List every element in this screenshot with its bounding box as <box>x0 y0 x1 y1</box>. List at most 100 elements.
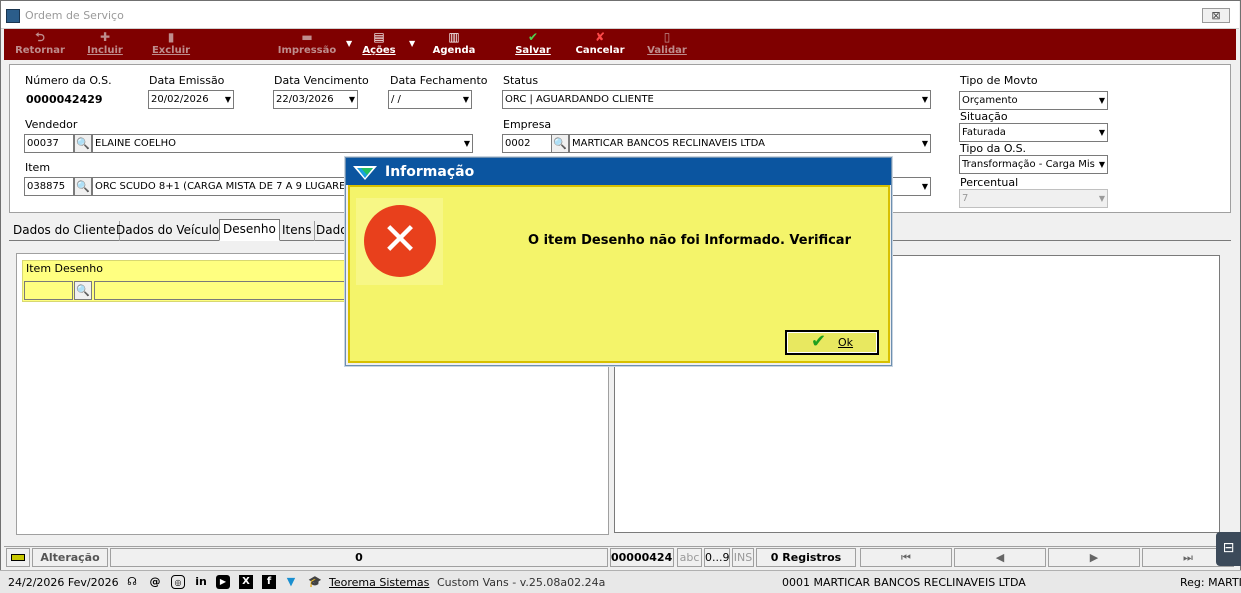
abc-indicator: abc <box>677 548 702 567</box>
range-indicator: 0...9 <box>704 548 730 567</box>
title-bar <box>1 1 1239 29</box>
teorema-logo-icon: ▼ <box>286 575 296 588</box>
impressao-button[interactable]: ▬ Impressão <box>274 30 340 59</box>
linkedin-icon[interactable]: in <box>194 575 208 589</box>
reg-label: Reg: MARTI <box>1180 576 1241 589</box>
chevron-down-icon[interactable]: ▼ <box>349 91 355 108</box>
document-icon: ▯ <box>663 30 671 44</box>
facebook-icon[interactable]: f <box>262 575 276 589</box>
validar-button[interactable]: ▯ Validar <box>644 30 690 59</box>
item-desenho-name-field[interactable] <box>94 281 348 300</box>
side-panel-toggle[interactable]: ⊟ <box>1216 532 1241 566</box>
chevron-down-icon[interactable]: ▼ <box>1099 124 1105 141</box>
situacao-select[interactable]: Faturada ▼ <box>959 123 1108 142</box>
empresa-search-icon[interactable]: 🔍 <box>551 134 569 153</box>
ins-indicator: INS <box>732 548 754 567</box>
version-label: Custom Vans - v.25.08a02.24a <box>437 576 606 589</box>
item-desenho-search-icon[interactable]: 🔍 <box>74 281 92 300</box>
printer-icon: ▬ <box>301 30 313 44</box>
numero-os-value: 0000042429 <box>26 93 103 106</box>
chevron-down-icon[interactable]: ▼ <box>225 91 231 108</box>
empresa-select[interactable]: MARTICAR BANCOS RECLINAVEIS LTDA ▼ <box>569 134 931 153</box>
tipo-movto-select[interactable]: Orçamento ▼ <box>959 91 1108 110</box>
item-label: Item <box>25 161 51 174</box>
mode-indicator: Alteração <box>32 548 108 567</box>
os-number-indicator: 000004242S <box>610 548 674 567</box>
data-emissao-field[interactable]: 20/02/2026 ▼ <box>148 90 234 109</box>
vendedor-code-field[interactable]: 00037 <box>24 134 74 153</box>
chevron-down-icon[interactable]: ▼ <box>922 178 928 195</box>
cancelar-button[interactable]: ✘ Cancelar <box>572 30 628 59</box>
chevron-down-icon[interactable]: ▼ <box>1099 156 1105 173</box>
situacao-label: Situação <box>960 110 1008 123</box>
trash-icon: ▮ <box>167 30 175 44</box>
item-desenho-label: Item Desenho <box>26 262 103 275</box>
vendedor-select[interactable]: ELAINE COELHO ▼ <box>92 134 473 153</box>
tab-desenho[interactable]: Desenho <box>219 219 280 241</box>
vendedor-search-icon[interactable]: 🔍 <box>74 134 92 153</box>
tab-itens[interactable]: Itens <box>279 221 316 241</box>
chevron-down-icon: ▼ <box>1098 194 1105 203</box>
instagram-icon[interactable]: ◎ <box>171 575 185 589</box>
chevron-down-icon[interactable]: ▼ <box>463 91 469 108</box>
next-record-icon[interactable]: ▶ <box>1048 548 1140 567</box>
empresa-label-bottom: 0001 MARTICAR BANCOS RECLINAVEIS LTDA <box>782 576 1026 589</box>
youtube-icon[interactable]: ▶ <box>216 575 230 589</box>
data-fechamento-field[interactable]: / / ▼ <box>388 90 472 109</box>
excluir-button[interactable]: ▮ Excluir <box>148 30 194 59</box>
teorema-sistemas-link[interactable]: Teorema Sistemas <box>329 573 429 592</box>
tab-dados-veiculo[interactable]: Dados do Veículo <box>113 221 224 241</box>
impressao-dropdown-icon[interactable]: ▼ <box>346 39 352 48</box>
data-fechamento-label: Data Fechamento <box>390 74 488 87</box>
numero-os-label: Número da O.S. <box>25 74 112 87</box>
current-date: 24/2/2026 Fev/2026 <box>8 576 119 589</box>
plus-icon: ✚ <box>99 30 111 44</box>
error-icon: ✕ <box>364 205 436 277</box>
chevron-down-icon[interactable]: ▼ <box>922 91 928 108</box>
app-logo-icon <box>6 9 20 23</box>
x-twitter-icon[interactable]: X <box>239 575 253 589</box>
chevron-down-icon[interactable]: ▼ <box>464 135 470 152</box>
retornar-button[interactable]: ⮌ Retornar <box>10 30 70 59</box>
tipo-os-select[interactable]: Transformação - Carga Mis ▼ <box>959 155 1108 174</box>
percentual-label: Percentual <box>960 176 1019 189</box>
acoes-button[interactable]: ▤ Ações <box>356 30 402 59</box>
prev-record-icon[interactable]: ◀ <box>954 548 1046 567</box>
incluir-button[interactable]: ✚ Incluir <box>82 30 128 59</box>
empresa-code-field[interactable]: 0002 <box>502 134 552 153</box>
data-vencimento-field[interactable]: 22/03/2026 ▼ <box>273 90 358 109</box>
close-button[interactable]: ⊠ <box>1202 8 1230 23</box>
status-select[interactable]: ORC | AGUARDANDO CLIENTE ▼ <box>502 90 931 109</box>
at-icon[interactable]: @ <box>148 575 162 589</box>
actions-icon: ▤ <box>373 30 385 44</box>
keyboard-icon <box>6 548 30 567</box>
dialog-title: Informação <box>385 164 475 180</box>
return-icon: ⮌ <box>35 30 45 44</box>
toolbar: ⮌ Retornar ✚ Incluir ▮ Excluir ▬ Impress… <box>4 29 1236 60</box>
data-vencimento-label: Data Vencimento <box>274 74 369 87</box>
record-count: 0 <box>110 548 608 567</box>
teorema-logo-icon <box>353 166 377 180</box>
percentual-select: 7 ▼ <box>959 189 1108 208</box>
tipo-movto-label: Tipo de Movto <box>960 74 1038 87</box>
item-search-icon[interactable]: 🔍 <box>74 177 92 196</box>
tab-dados-cliente[interactable]: Dados do Cliente <box>10 221 120 241</box>
chevron-down-icon[interactable]: ▼ <box>1099 92 1105 109</box>
window-title: Ordem de Serviço <box>25 9 124 22</box>
chevron-down-icon[interactable]: ▼ <box>922 135 928 152</box>
item-code-field[interactable]: 038875 <box>24 177 74 196</box>
ok-button[interactable] <box>785 330 879 355</box>
dialog-message: O item Desenho não foi Informado. Verifi… <box>528 233 851 248</box>
salvar-button[interactable]: ✔ Salvar <box>510 30 556 59</box>
acoes-dropdown-icon[interactable]: ▼ <box>409 39 415 48</box>
graduation-cap-icon[interactable]: 🎓 <box>305 575 325 589</box>
agenda-button[interactable]: ▥ Agenda <box>428 30 480 59</box>
item-desenho-code-field[interactable] <box>24 281 73 300</box>
first-record-icon[interactable]: ⏮ <box>860 548 952 567</box>
headset-icon[interactable]: ☊ <box>125 575 139 589</box>
check-icon: ✔ <box>527 30 539 44</box>
data-emissao-label: Data Emissão <box>149 74 225 87</box>
vendedor-label: Vendedor <box>25 118 78 131</box>
status-bar: Alteração 0 000004242S abc 0...9 INS 0 R… <box>4 546 1236 567</box>
book-icon: ▥ <box>448 30 460 44</box>
